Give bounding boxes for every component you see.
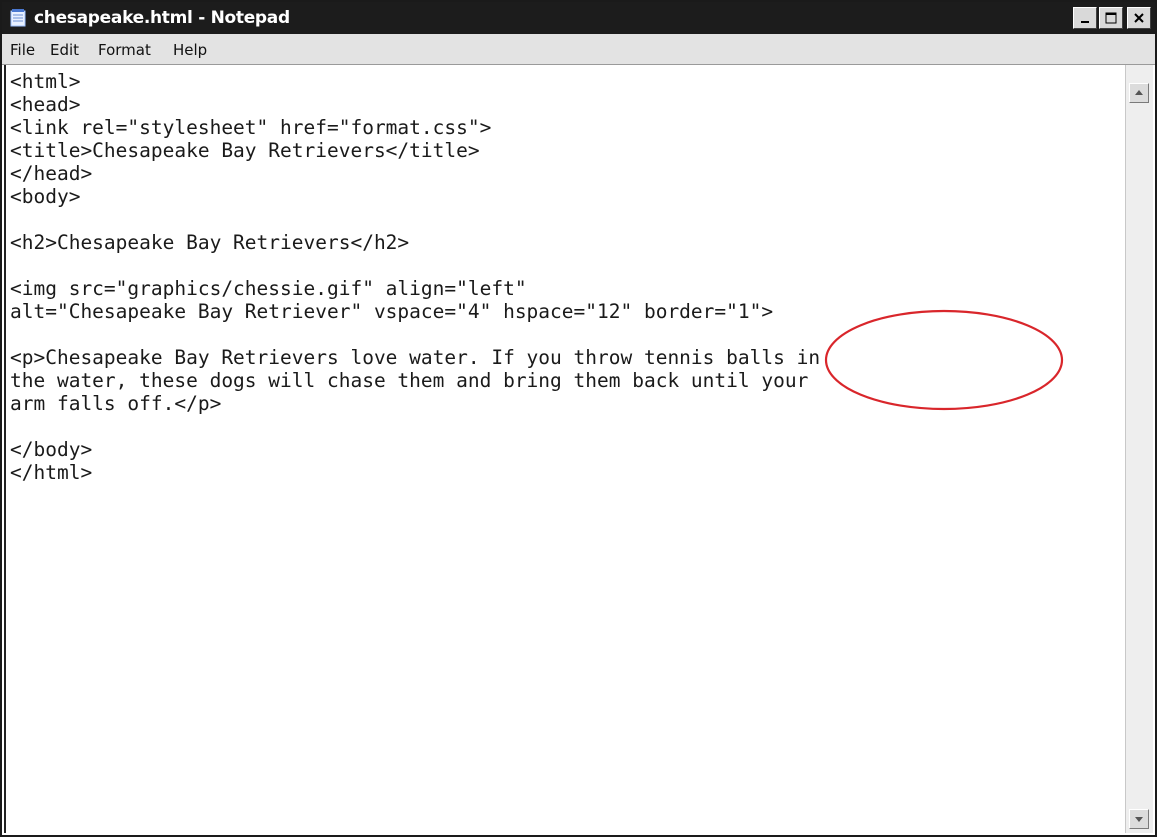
code-line: <img src="graphics/chessie.gif" align="l…	[10, 277, 527, 300]
code-line: <head>	[10, 93, 81, 116]
minimize-icon	[1081, 21, 1089, 23]
code-line: alt="Chesapeake Bay Retriever" vspace="4…	[10, 300, 774, 323]
editor-content[interactable]: <html> <head> <link rel="stylesheet" hre…	[10, 70, 820, 484]
close-icon	[1134, 13, 1144, 23]
window-title: chesapeake.html - Notepad	[34, 8, 290, 28]
menu-edit[interactable]: Edit	[50, 41, 79, 59]
menu-format[interactable]: Format	[98, 41, 151, 59]
code-line: arm falls off.</p>	[10, 392, 222, 415]
code-line: </html>	[10, 461, 93, 484]
minimize-button[interactable]	[1073, 7, 1097, 29]
scroll-down-button[interactable]	[1129, 809, 1149, 829]
arrow-down-icon	[1135, 817, 1143, 822]
code-line: <link rel="stylesheet" href="format.css"…	[10, 116, 492, 139]
code-line: <title>Chesapeake Bay Retrievers</title>	[10, 139, 480, 162]
close-button[interactable]	[1127, 7, 1151, 29]
menu-file[interactable]: File	[10, 41, 35, 59]
vertical-scrollbar[interactable]	[1125, 65, 1153, 833]
maximize-icon	[1105, 12, 1117, 24]
code-line: <h2>Chesapeake Bay Retrievers</h2>	[10, 231, 410, 254]
notepad-icon	[10, 9, 26, 27]
code-line: </body>	[10, 438, 93, 461]
code-line: <body>	[10, 185, 81, 208]
title-bar[interactable]: chesapeake.html - Notepad	[2, 2, 1155, 34]
notepad-window: chesapeake.html - Notepad File Edit Form…	[0, 0, 1157, 837]
window-controls	[1073, 7, 1151, 29]
code-line: <p>Chesapeake Bay Retrievers love water.…	[10, 346, 821, 369]
code-line: the water, these dogs will chase them an…	[10, 369, 809, 392]
code-line: <html>	[10, 70, 81, 93]
menu-help[interactable]: Help	[173, 41, 207, 59]
arrow-up-icon	[1135, 90, 1143, 95]
code-line: </head>	[10, 162, 93, 185]
maximize-button[interactable]	[1099, 7, 1123, 29]
menu-bar: File Edit Format Help	[2, 34, 1155, 65]
scroll-up-button[interactable]	[1129, 83, 1149, 103]
text-editor[interactable]: <html> <head> <link rel="stylesheet" hre…	[4, 65, 1130, 833]
